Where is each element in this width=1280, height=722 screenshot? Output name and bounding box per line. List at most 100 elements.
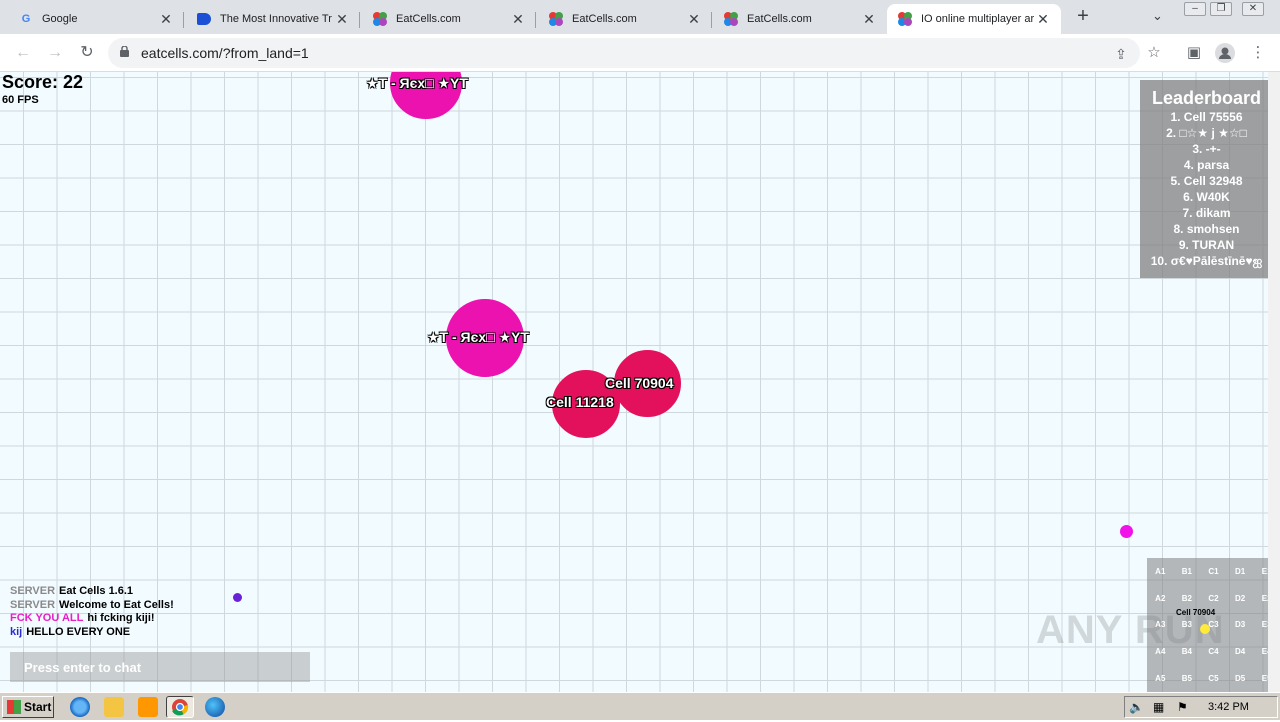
close-icon[interactable]: ✕	[861, 11, 877, 28]
lock-icon	[120, 46, 129, 57]
eatcells-icon	[372, 11, 388, 27]
cell-name-label: Cell 70904	[605, 375, 674, 391]
chat-text: hi fcking kiji!	[87, 612, 155, 624]
eatcells-icon	[548, 11, 564, 27]
tab-io-multiplayer[interactable]: IO online multiplayer ar ✕	[887, 4, 1061, 34]
tab-title: EatCells.com	[396, 13, 461, 25]
eatcells-icon	[723, 11, 739, 27]
score-display: Score: 22	[2, 72, 84, 92]
volume-icon[interactable]: 🔈	[1129, 700, 1144, 714]
media-player-icon[interactable]	[138, 697, 158, 717]
browser-toolbar: ← → ↻ eatcells.com/?from_land=1 ⇪ ☆ ▣ ⋮	[0, 34, 1280, 72]
leaderboard-entry: 1. Cell 75556	[1170, 110, 1243, 124]
chat-message: SERVER Welcome to Eat Cells!	[10, 599, 174, 613]
tab-eatcells-2[interactable]: EatCells.com ✕	[538, 4, 712, 34]
bookmark-star-icon[interactable]: ☆	[1144, 43, 1164, 63]
chrome-taskbar-button[interactable]	[166, 696, 194, 718]
minimap-sector: A2	[1155, 593, 1166, 603]
tab-separator	[535, 12, 536, 28]
tab-eatcells-3[interactable]: EatCells.com ✕	[713, 4, 887, 34]
chat-sender: SERVER	[10, 598, 56, 611]
tab-eatcells-1[interactable]: EatCells.com ✕	[362, 4, 536, 34]
menu-kebab-icon[interactable]: ⋮	[1248, 43, 1268, 63]
page-scrollbar[interactable]	[1268, 72, 1280, 692]
share-icon[interactable]: ⇪	[1112, 45, 1130, 63]
close-icon[interactable]: ✕	[1035, 11, 1051, 28]
minimap-sector: C5	[1208, 674, 1219, 684]
minimap-sector: E5	[1261, 674, 1268, 684]
tab-separator	[183, 12, 184, 28]
flag-icon[interactable]: ⚑	[1177, 700, 1188, 714]
edge-icon[interactable]	[205, 697, 225, 717]
minimap-sector: D3	[1234, 620, 1246, 630]
minimap-sector: B5	[1181, 674, 1192, 684]
clock: 3:42 PM	[1208, 701, 1249, 713]
back-icon[interactable]: ←	[12, 42, 34, 64]
close-window-icon[interactable]: ✕	[1242, 2, 1264, 16]
close-icon[interactable]: ✕	[158, 11, 174, 28]
tab-title: The Most Innovative Tr	[220, 13, 332, 25]
minimap-sector: E2	[1261, 593, 1268, 603]
tab-separator	[711, 12, 712, 28]
minimize-icon[interactable]: –	[1184, 2, 1206, 16]
minimap-player-dot	[1200, 624, 1210, 634]
chat-sender: SERVER	[10, 585, 56, 597]
tab-strip: G Google ✕ The Most Innovative Tr ✕ EatC…	[0, 0, 1280, 34]
network-icon[interactable]: ▦	[1153, 700, 1164, 714]
eatcells-icon	[897, 11, 913, 27]
minimap-sector: C1	[1208, 566, 1219, 576]
site-icon	[196, 11, 212, 27]
food-pellet	[1120, 525, 1133, 538]
game-canvas[interactable]: Score: 22 60 FPS ★T - Яєx□ ★YT ★T - Яєx□…	[0, 72, 1268, 692]
windows-flag-icon	[7, 700, 21, 714]
minimap-sector: D4	[1234, 647, 1246, 657]
close-icon[interactable]: ✕	[686, 11, 702, 28]
tab-search-icon[interactable]: ⌄	[1152, 8, 1163, 24]
tab-title: Google	[42, 13, 78, 25]
leaderboard-entry: 4. parsa	[1183, 158, 1230, 172]
minimap-sector: D2	[1234, 593, 1246, 603]
folder-icon[interactable]	[104, 697, 124, 717]
leaderboard-entry: 6. W40K	[1183, 190, 1230, 204]
chat-sender: FCK YOU ALL	[10, 612, 84, 624]
leaderboard-entry: 9. TURAN	[1178, 238, 1235, 252]
tab-google[interactable]: G Google ✕	[8, 4, 184, 34]
leaderboard-title: Leaderboard	[1151, 88, 1262, 108]
minimap-sector: A1	[1155, 566, 1166, 576]
reload-icon[interactable]: ↻	[76, 42, 98, 64]
cell-name-label: Cell 11218	[546, 394, 614, 410]
chrome-icon	[172, 699, 189, 716]
leaderboard-entry: 8. smohsen	[1173, 222, 1240, 236]
chat-message: SERVER Eat Cells 1.6.1	[10, 585, 174, 599]
profile-icon[interactable]	[1215, 43, 1235, 63]
minimap-sector: A4	[1155, 647, 1166, 657]
restore-icon[interactable]: ❐	[1210, 2, 1232, 16]
close-icon[interactable]: ✕	[510, 11, 526, 28]
tab-separator	[359, 12, 360, 28]
minimap-sector: E3	[1261, 620, 1268, 630]
minimap-player-label: Cell 70904	[1176, 608, 1216, 617]
start-label: Start	[24, 700, 52, 714]
cell-name-label: ★T - Яєx□ ★YT	[427, 329, 529, 345]
minimap-sector: E4	[1261, 647, 1268, 657]
chat-input[interactable]: Press enter to chat	[10, 652, 310, 682]
start-button[interactable]: Start	[2, 696, 54, 718]
taskbar: Start 🔈 ▦ ⚑ 3:42 PM	[0, 692, 1280, 720]
side-panel-icon[interactable]: ▣	[1184, 43, 1204, 63]
ie-icon[interactable]	[70, 697, 90, 717]
minimap-sector: A5	[1155, 674, 1166, 684]
leaderboard-entry: 10. σ€♥Pālēstīnē♥ஐ	[1150, 254, 1263, 268]
url-text: eatcells.com/?from_land=1	[141, 45, 309, 61]
minimap-sector: B4	[1181, 647, 1192, 657]
chat-message: FCK YOU ALL hi fcking kiji!	[10, 612, 174, 626]
system-tray: 🔈 ▦ ⚑	[1124, 696, 1278, 718]
address-bar[interactable]: eatcells.com/?from_land=1 ⇪	[108, 38, 1140, 68]
leaderboard-entry: 2. □☆★ j ★☆□	[1166, 126, 1247, 140]
chat-text: Eat Cells 1.6.1	[59, 585, 134, 597]
close-icon[interactable]: ✕	[334, 11, 350, 28]
tab-innovative[interactable]: The Most Innovative Tr ✕	[186, 4, 360, 34]
forward-icon[interactable]: →	[44, 42, 66, 64]
minimap-sector: D1	[1234, 566, 1246, 576]
leaderboard-entry: 7. dikam	[1182, 206, 1231, 220]
new-tab-button[interactable]: +	[1072, 6, 1094, 28]
